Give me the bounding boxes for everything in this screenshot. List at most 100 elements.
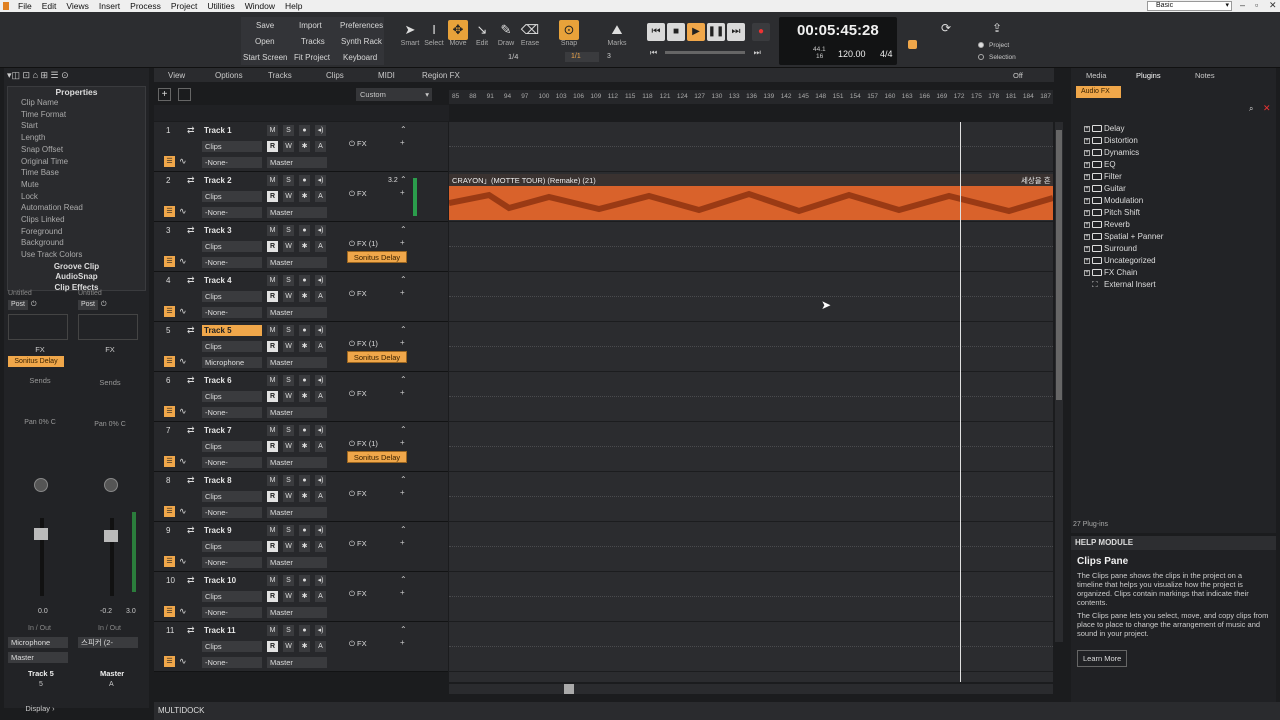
erase-tool-icon[interactable]: ⌫ [520,20,540,40]
automation-icon[interactable]: ∿ [179,206,187,217]
plugin-category[interactable]: + Uncategorized [1071,255,1276,267]
export-icon[interactable]: ⇪ [992,21,1002,35]
plugin-sonitus-delay[interactable]: Sonitus Delay [347,251,407,263]
tab-plugins[interactable]: Plugins [1136,71,1161,80]
search-icon[interactable]: ⌕ [1249,104,1253,114]
prop-time-base[interactable]: Time Base [8,168,145,180]
input-select[interactable]: -None- [202,207,262,218]
expand-icon[interactable]: + [1084,198,1090,204]
move-tool-icon[interactable]: ✥ [448,20,468,40]
read-automation-button[interactable]: R [267,541,278,552]
audiosnap-section[interactable]: AudioSnap [8,272,145,283]
mute-button[interactable]: M [267,375,278,386]
output-select[interactable]: Master [267,657,327,668]
solo-button[interactable]: S [283,275,294,286]
solo-button[interactable]: S [283,625,294,636]
arm-button[interactable]: ● [299,275,310,286]
read-automation-button[interactable]: R [267,391,278,402]
freeze-icon[interactable]: ✱ [299,491,310,502]
fader-handle[interactable] [34,528,48,540]
track-row[interactable]: 10 ⇄ Track 10 M S ● ◂) Clips R W ✱ A ☰ ∿… [154,572,448,622]
track-row[interactable]: 11 ⇄ Track 11 M S ● ◂) Clips R W ✱ A ☰ ∿… [154,622,448,672]
plugin-category[interactable]: + Filter [1071,171,1276,183]
input-echo-icon[interactable]: ◂) [315,625,326,636]
input-echo-icon[interactable]: ◂) [315,375,326,386]
plugin-sonitus-delay[interactable]: Sonitus Delay [347,451,407,463]
preferences-button[interactable]: Preferences [340,21,383,30]
prop-use-track-colors[interactable]: Use Track Colors [8,250,145,262]
input-echo-icon[interactable]: ◂) [315,425,326,436]
clips-select[interactable]: Clips [202,391,262,402]
clip-lane[interactable] [449,622,1053,672]
fx-bin[interactable]: ⏻ FX [349,389,367,399]
rewind-icon[interactable]: ⏮ [647,23,665,41]
add-fx-icon[interactable]: + [400,238,405,247]
clip-lane[interactable] [449,322,1053,372]
collapse-icon[interactable]: ⌃ [400,625,407,634]
write-automation-button[interactable]: W [283,141,294,152]
open-button[interactable]: Open [255,37,275,46]
read-automation-button[interactable]: R [267,441,278,452]
pan-knob[interactable] [34,478,48,492]
plugin-category[interactable]: + FX Chain [1071,267,1276,279]
mute-button[interactable]: M [267,175,278,186]
track-folder-icon[interactable] [178,88,191,101]
fx-bin[interactable]: ⏻ FX [349,539,367,549]
expand-icon[interactable]: + [1084,222,1090,228]
menu-utilities[interactable]: Utilities [202,1,239,11]
mute-button[interactable]: M [267,275,278,286]
track-name[interactable]: Track 11 [202,625,262,636]
horizontal-scrollbar[interactable] [449,684,1053,694]
strip-plugin[interactable]: Sonitus Delay [8,356,64,367]
mute-button[interactable]: M [267,575,278,586]
expand-icon[interactable]: + [1084,162,1090,168]
freeze-icon[interactable]: ✱ [299,391,310,402]
keyboard-button[interactable]: Keyboard [343,53,377,62]
fx-bin[interactable]: ⏻ FX (1) [349,439,378,449]
display-button[interactable]: Display › [4,704,76,716]
prop-clip-name[interactable]: Clip Name [8,98,145,110]
scrub-slider[interactable]: ⏮ ⏭ [650,48,770,58]
output-select[interactable]: Master [267,257,327,268]
workspace-select[interactable]: Basic ▾ [1147,1,1232,11]
collapse-icon[interactable]: ⌃ [400,425,407,434]
import-button[interactable]: Import [299,21,322,30]
add-fx-icon[interactable]: + [400,388,405,397]
track-name[interactable]: Track 2 [202,175,262,186]
clips-select[interactable]: Clips [202,341,262,352]
input-select[interactable]: -None- [202,557,262,568]
strip-output-select[interactable]: 스피커 (2- [78,637,138,648]
audio-waveform-clip[interactable] [449,186,1053,220]
add-fx-icon[interactable]: + [400,488,405,497]
solo-button[interactable]: S [283,125,294,136]
track-row[interactable]: 2 ⇄ Track 2 M S ● ◂) Clips R W ✱ A ☰ ∿ -… [154,172,448,222]
project-radio[interactable] [978,42,984,48]
archive-button[interactable]: A [315,191,326,202]
snap-value-select[interactable]: 1/1 [565,52,599,62]
automation-icon[interactable]: ∿ [179,656,187,667]
add-fx-icon[interactable]: + [400,588,405,597]
tv-menu-region-fx[interactable]: Region FX [422,71,460,80]
add-fx-icon[interactable]: + [400,438,405,447]
input-select[interactable]: -None- [202,507,262,518]
read-automation-button[interactable]: R [267,241,278,252]
clips-select[interactable]: Clips [202,641,262,652]
record-icon[interactable]: ● [752,23,770,41]
archive-button[interactable]: A [315,141,326,152]
collapse-icon[interactable]: ⌃ [400,475,407,484]
track-name[interactable]: Track 5 [202,325,262,336]
arm-button[interactable]: ● [299,175,310,186]
solo-button[interactable]: S [283,425,294,436]
tv-menu-options[interactable]: Options [215,71,243,80]
add-fx-icon[interactable]: + [400,638,405,647]
read-automation-button[interactable]: R [267,341,278,352]
start-screen-button[interactable]: Start Screen [243,53,287,62]
automation-icon[interactable]: ∿ [179,506,187,517]
archive-button[interactable]: A [315,641,326,652]
arm-button[interactable]: ● [299,525,310,536]
select-tool-icon[interactable]: I [424,20,444,40]
track-icon-toggle[interactable]: ☰ [164,156,175,167]
groove-clip-section[interactable]: Groove Clip [8,262,145,273]
track-name[interactable]: Track 9 [202,525,262,536]
read-automation-button[interactable]: R [267,191,278,202]
